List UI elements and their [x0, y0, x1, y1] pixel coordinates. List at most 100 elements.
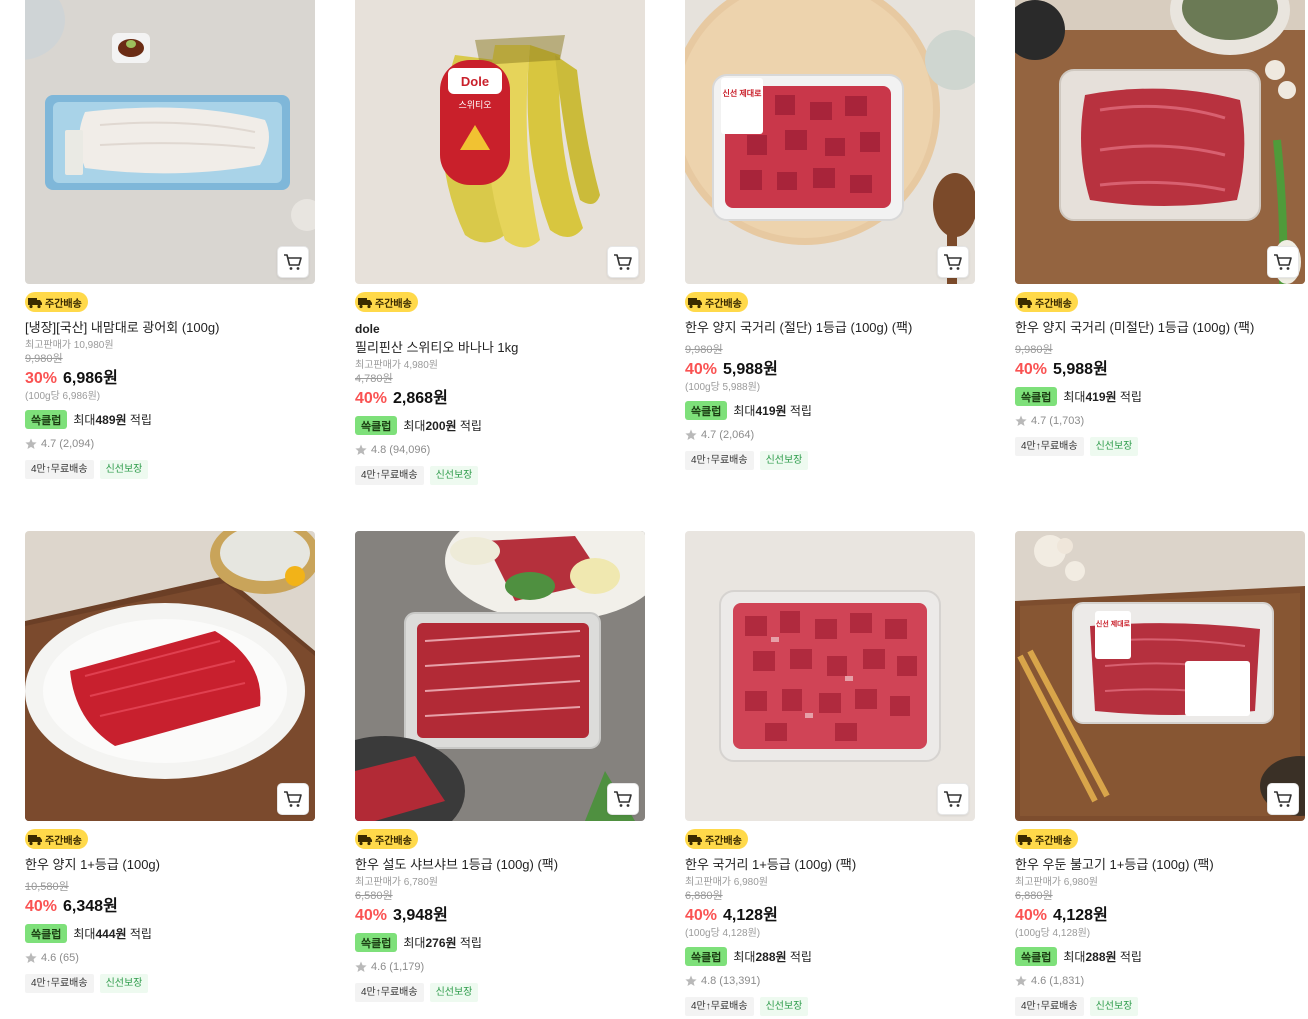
cart-icon [284, 791, 302, 807]
product-card[interactable]: 주간배송 [냉장][국산] 내맘대로 광어회 (100g) 최고판매가 10,9… [25, 0, 315, 479]
points-text: 최대419원 적립 [1063, 388, 1142, 405]
original-price: 9,980원 [685, 344, 723, 356]
fresh-guarantee-tag: 신선보장 [429, 983, 479, 1002]
tag-list: 4만↑무료배송 신선보장 [1015, 437, 1305, 456]
weekly-delivery-badge: 주간배송 [25, 829, 88, 849]
rating-row: 4.7 (2,064) [685, 428, 975, 442]
add-to-cart-button[interactable] [607, 246, 639, 278]
points-prefix: 최대 [403, 936, 426, 950]
sale-price: 5,988원 [1053, 361, 1108, 378]
unit-price: (100g당 4,128원) [685, 928, 761, 939]
weekly-delivery-badge: 주간배송 [1015, 829, 1078, 849]
points-amount: 288원 [755, 950, 787, 964]
points-prefix: 최대 [733, 950, 756, 964]
product-name[interactable]: 한우 국거리 1+등급 (100g) (팩) [685, 857, 975, 873]
cart-icon [1274, 254, 1292, 270]
product-name[interactable]: 한우 양지 국거리 (미절단) 1등급 (100g) (팩) [1015, 320, 1305, 336]
product-info: 주간배송 한우 양지 1+등급 (100g) 10,580원 40% 6,348… [25, 821, 315, 993]
product-image[interactable] [355, 531, 645, 821]
beef-slab-pack-image [1015, 0, 1305, 284]
add-to-cart-button[interactable] [937, 246, 969, 278]
product-name[interactable]: 한우 설도 샤브샤브 1등급 (100g) (팩) [355, 857, 645, 873]
product-card[interactable]: 신선 제대로 주간배송 한우 양지 국거리 (절단) 1등급 (100g) (팩… [685, 0, 975, 470]
product-image[interactable]: 신선 제대로 [685, 0, 975, 284]
max-price: 최고판매가 6,980원 [1015, 877, 1099, 888]
add-to-cart-button[interactable] [1267, 246, 1299, 278]
product-info: 주간배송 한우 설도 샤브샤브 1등급 (100g) (팩) 최고판매가 6,7… [355, 821, 645, 1002]
brand-name[interactable]: dole [355, 322, 645, 336]
sale-price: 4,128원 [723, 907, 778, 924]
points-suffix: 적립 [789, 404, 812, 418]
product-image[interactable] [25, 531, 315, 821]
product-image[interactable]: 신선 제대로 [1015, 531, 1305, 821]
fresh-guarantee-tag: 신선보장 [759, 997, 809, 1016]
delivery-badge-label: 주간배송 [1035, 298, 1072, 310]
add-to-cart-button[interactable] [1267, 783, 1299, 815]
product-name[interactable]: 한우 양지 1+등급 (100g) [25, 857, 315, 873]
product-name[interactable]: 필리핀산 스위티오 바나나 1kg [355, 340, 645, 356]
product-name[interactable]: 한우 우둔 불고기 1+등급 (100g) (팩) [1015, 857, 1305, 873]
points-suffix: 적립 [129, 927, 152, 941]
product-card[interactable]: 주간배송 한우 국거리 1+등급 (100g) (팩) 최고판매가 6,980원… [685, 531, 975, 1016]
beef-bulgogi-pack-image: 신선 제대로 [1015, 531, 1305, 821]
unit-price: (100g당 5,988원) [685, 382, 761, 393]
discount-rate: 40% [355, 907, 388, 924]
truck-icon [688, 298, 702, 309]
points-amount: 419원 [1085, 390, 1117, 404]
beef-soup-cubes-pack-image [685, 531, 975, 821]
points-prefix: 최대 [403, 419, 426, 433]
free-shipping-tag: 4만↑무료배송 [1015, 437, 1084, 456]
points-row: 쓱클럽 최대489원 적립 [25, 410, 315, 429]
discount-rate: 40% [1015, 361, 1048, 378]
star-icon [355, 961, 367, 972]
points-suffix: 적립 [129, 413, 152, 427]
truck-icon [688, 835, 702, 846]
discount-rate: 40% [355, 390, 388, 407]
star-icon [685, 429, 697, 440]
sale-price: 2,868원 [393, 390, 448, 407]
points-amount: 288원 [1085, 950, 1117, 964]
delivery-badge-label: 주간배송 [45, 835, 82, 847]
tag-list: 4만↑무료배송 신선보장 [25, 974, 315, 993]
product-card[interactable]: 주간배송 한우 양지 1+등급 (100g) 10,580원 40% 6,348… [25, 531, 315, 993]
add-to-cart-button[interactable] [277, 246, 309, 278]
product-card[interactable]: 주간배송 한우 설도 샤브샤브 1등급 (100g) (팩) 최고판매가 6,7… [355, 531, 645, 1002]
star-icon [355, 444, 367, 455]
fresh-guarantee-tag: 신선보장 [99, 460, 149, 479]
product-card[interactable]: 신선 제대로 주간배송 한우 우둔 불고기 1+등급 (100g) (팩) 최고… [1015, 531, 1305, 1016]
add-to-cart-button[interactable] [277, 783, 309, 815]
add-to-cart-button[interactable] [937, 783, 969, 815]
product-image[interactable] [25, 0, 315, 284]
original-price: 4,780원 [355, 373, 393, 385]
rating-row: 4.7 (2,094) [25, 437, 315, 451]
sale-price: 5,988원 [723, 361, 778, 378]
add-to-cart-button[interactable] [607, 783, 639, 815]
ssg-club-badge: 쓱클럽 [1015, 387, 1058, 406]
points-row: 쓱클럽 최대288원 적립 [685, 947, 975, 966]
review-count: (94,096) [389, 444, 431, 456]
product-image[interactable] [685, 531, 975, 821]
star-icon [1015, 975, 1027, 986]
original-price: 9,980원 [1015, 344, 1053, 356]
max-price: 최고판매가 6,980원 [685, 877, 769, 888]
weekly-delivery-badge: 주간배송 [355, 829, 418, 849]
star-icon [685, 975, 697, 986]
rating-score: 4.6 [371, 961, 387, 973]
tag-list: 4만↑무료배송 신선보장 [355, 466, 645, 485]
review-count: (2,064) [719, 429, 755, 441]
product-image[interactable]: Dole 스위티오 [355, 0, 645, 284]
product-image[interactable] [1015, 0, 1305, 284]
product-card[interactable]: Dole 스위티오 주간배송 dole 필리핀산 스위티오 바나나 1kg 최고… [355, 0, 645, 485]
original-price: 6,580원 [355, 890, 393, 902]
product-name[interactable]: 한우 양지 국거리 (절단) 1등급 (100g) (팩) [685, 320, 975, 336]
review-count: (1,831) [1049, 975, 1085, 987]
product-card[interactable]: 주간배송 한우 양지 국거리 (미절단) 1등급 (100g) (팩) 9,98… [1015, 0, 1305, 456]
product-name[interactable]: [냉장][국산] 내맘대로 광어회 (100g) [25, 320, 315, 336]
points-amount: 444원 [95, 927, 127, 941]
rating-row: 4.6 (65) [25, 951, 315, 965]
max-price: 최고판매가 4,980원 [355, 360, 439, 371]
tag-list: 4만↑무료배송 신선보장 [685, 451, 975, 470]
free-shipping-tag: 4만↑무료배송 [685, 451, 754, 470]
points-prefix: 최대 [73, 413, 96, 427]
review-count: (1,703) [1049, 415, 1085, 427]
